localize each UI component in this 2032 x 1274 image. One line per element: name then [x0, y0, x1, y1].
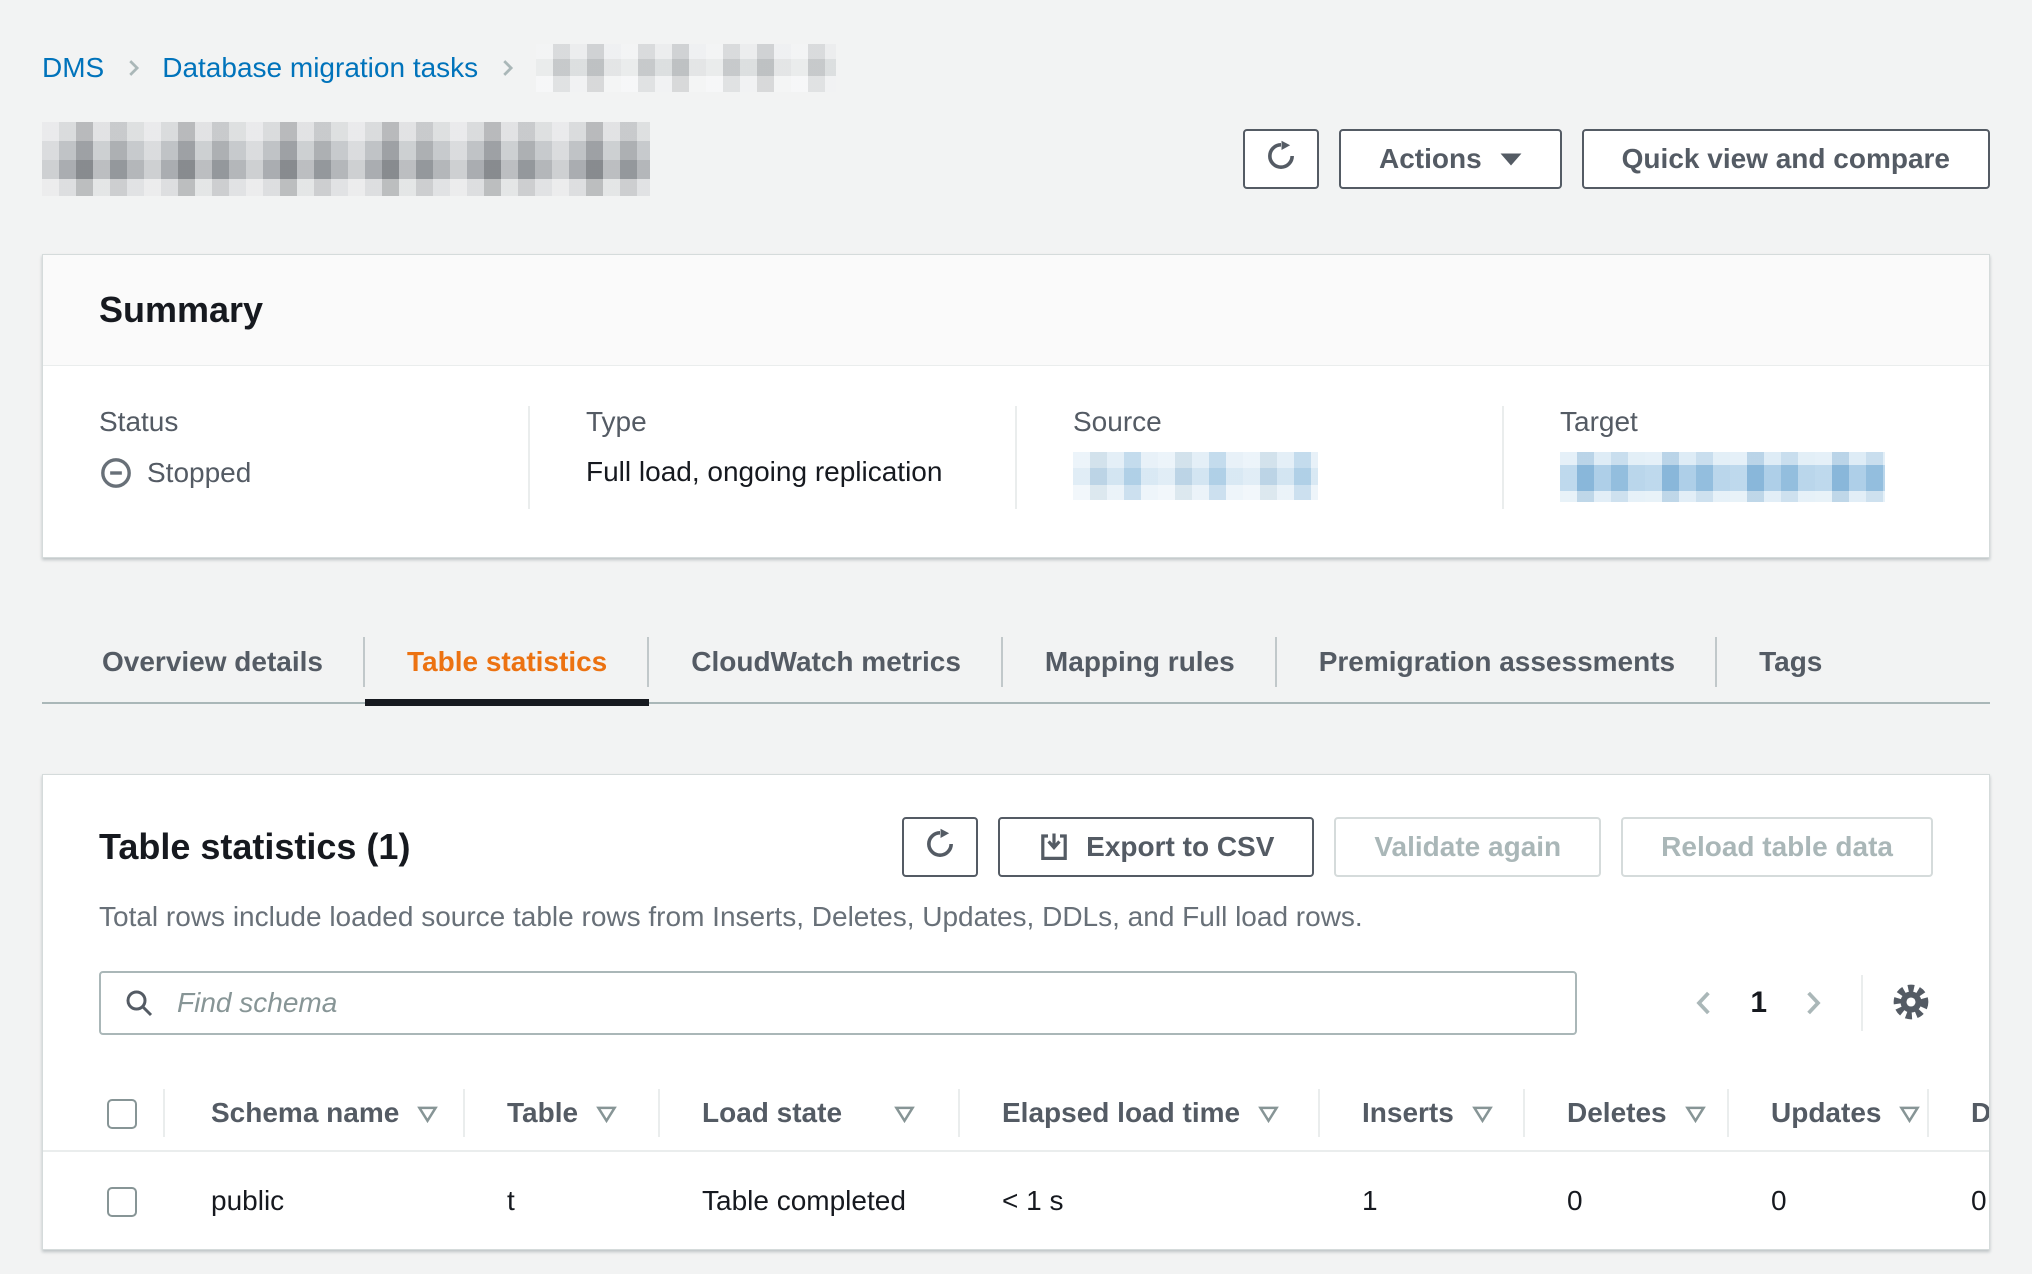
download-icon — [1038, 831, 1070, 863]
refresh-icon — [923, 827, 957, 868]
column-header-ddls-clipped[interactable]: D — [1927, 1075, 1989, 1151]
cell-schema-name: public — [163, 1151, 463, 1249]
summary-card: Summary Status Stopped Type Full load, o… — [42, 254, 1990, 558]
breadcrumb-chevron-icon — [496, 57, 518, 79]
table-header-row: Schema name Table Load state Elapsed loa… — [43, 1075, 1989, 1151]
sort-icon — [1899, 1106, 1920, 1123]
tab-cloudwatch-metrics[interactable]: CloudWatch metrics — [649, 622, 1003, 702]
gear-icon — [1889, 980, 1933, 1027]
column-header-elapsed-load-time[interactable]: Elapsed load time — [958, 1075, 1318, 1151]
summary-field-target: Target — [1502, 406, 1989, 509]
validate-again-button[interactable]: Validate again — [1334, 817, 1601, 877]
column-header-table[interactable]: Table — [463, 1075, 658, 1151]
sort-icon — [417, 1106, 438, 1123]
cell-table: t — [463, 1151, 658, 1249]
summary-card-header: Summary — [43, 255, 1989, 366]
tab-table-statistics[interactable]: Table statistics — [365, 622, 649, 702]
breadcrumb: DMS Database migration tasks — [42, 44, 1990, 92]
target-label: Target — [1560, 406, 1949, 438]
select-all-checkbox[interactable] — [107, 1099, 137, 1129]
status-value: Stopped — [147, 457, 251, 489]
table-statistics-title: Table statistics (1) — [99, 826, 410, 868]
column-header-inserts[interactable]: Inserts — [1318, 1075, 1523, 1151]
page-action-buttons: Actions Quick view and compare — [1223, 129, 1990, 189]
table-statistics-card: Table statistics (1) — [42, 774, 1990, 1250]
search-icon — [123, 987, 155, 1026]
sort-icon — [894, 1106, 915, 1123]
cell-elapsed-load-time: < 1 s — [958, 1151, 1318, 1249]
sort-icon — [596, 1106, 617, 1123]
stopped-status-icon — [99, 456, 133, 490]
source-label: Source — [1073, 406, 1462, 438]
summary-field-source: Source — [1015, 406, 1502, 509]
actions-menu-button[interactable]: Actions — [1339, 129, 1562, 189]
column-header-load-state[interactable]: Load state — [658, 1075, 958, 1151]
page-number-button[interactable]: 1 — [1750, 986, 1767, 1020]
target-endpoint-redacted — [1560, 452, 1885, 502]
refresh-table-stats-button[interactable] — [902, 817, 978, 877]
summary-title: Summary — [99, 289, 1933, 331]
sort-icon — [1472, 1106, 1493, 1123]
breadcrumb-link-migration-tasks[interactable]: Database migration tasks — [162, 52, 478, 84]
schema-search-box — [99, 971, 1577, 1035]
refresh-button[interactable] — [1243, 129, 1319, 189]
status-label: Status — [99, 406, 488, 438]
breadcrumb-chevron-icon — [122, 57, 144, 79]
pagination-divider — [1861, 975, 1863, 1031]
cell-inserts: 1 — [1318, 1151, 1523, 1249]
summary-field-type: Type Full load, ongoing replication — [528, 406, 1015, 509]
cell-updates: 0 — [1727, 1151, 1927, 1249]
breadcrumb-current-task-redacted — [536, 44, 836, 92]
select-row-checkbox[interactable] — [107, 1187, 137, 1217]
column-header-updates[interactable]: Updates — [1727, 1075, 1927, 1151]
breadcrumb-link-dms[interactable]: DMS — [42, 52, 104, 84]
tab-overview-details[interactable]: Overview details — [60, 622, 365, 702]
table-preferences-gear-button[interactable] — [1889, 980, 1933, 1027]
table-controls-row: 1 — [43, 971, 1989, 1035]
statistics-table: Schema name Table Load state Elapsed loa… — [43, 1075, 1989, 1249]
reload-table-data-button[interactable]: Reload table data — [1621, 817, 1933, 877]
cell-ddls: 0 — [1927, 1151, 1989, 1249]
column-header-deletes[interactable]: Deletes — [1523, 1075, 1727, 1151]
page-header: Actions Quick view and compare — [42, 122, 1990, 196]
type-label: Type — [586, 406, 975, 438]
refresh-icon — [1264, 139, 1298, 180]
task-detail-tabs: Overview details Table statistics CloudW… — [42, 622, 1990, 704]
table-statistics-description: Total rows include loaded source table r… — [43, 901, 1989, 933]
source-endpoint-redacted — [1073, 452, 1318, 500]
column-header-schema-name[interactable]: Schema name — [163, 1075, 463, 1151]
table-statistics-header: Table statistics (1) — [43, 817, 1989, 877]
export-to-csv-button[interactable]: Export to CSV — [998, 817, 1314, 877]
cell-load-state: Table completed — [658, 1151, 958, 1249]
summary-body: Status Stopped Type Full load, ongoing r… — [43, 366, 1989, 557]
sort-icon — [1685, 1106, 1706, 1123]
table-row: public t Table completed < 1 s 1 0 0 0 — [43, 1151, 1989, 1249]
caret-down-icon — [1500, 152, 1522, 167]
dms-task-detail-page: DMS Database migration tasks Actions — [0, 0, 2032, 1250]
previous-page-button[interactable] — [1682, 981, 1726, 1025]
cell-deletes: 0 — [1523, 1151, 1727, 1249]
next-page-button[interactable] — [1791, 981, 1835, 1025]
summary-field-status: Status Stopped — [43, 406, 528, 509]
find-schema-input[interactable] — [101, 973, 1575, 1033]
tab-mapping-rules[interactable]: Mapping rules — [1003, 622, 1277, 702]
statistics-table-clip: Schema name Table Load state Elapsed loa… — [43, 1075, 1989, 1249]
quick-view-compare-button[interactable]: Quick view and compare — [1582, 129, 1990, 189]
pagination: 1 — [1682, 975, 1933, 1031]
tab-premigration-assessments[interactable]: Premigration assessments — [1277, 622, 1717, 702]
sort-icon — [1258, 1106, 1279, 1123]
table-statistics-actions: Export to CSV Validate again Reload tabl… — [902, 817, 1933, 877]
tab-tags[interactable]: Tags — [1717, 622, 1864, 702]
type-value: Full load, ongoing replication — [586, 456, 975, 488]
page-title-redacted — [42, 122, 650, 196]
